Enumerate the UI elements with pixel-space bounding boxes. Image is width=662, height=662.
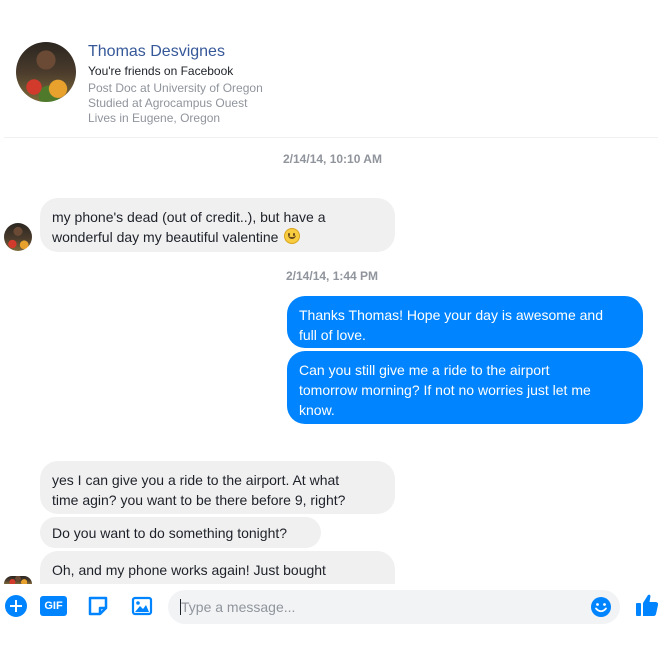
profile-avatar[interactable] — [16, 42, 76, 102]
message-text: full of love. — [299, 327, 366, 343]
message-bubble-outgoing[interactable]: Thanks Thomas! Hope your day is awesome … — [287, 296, 643, 348]
header-divider — [4, 137, 658, 138]
composer-bar: GIF Type a message... — [0, 584, 662, 630]
message-text: time agin? you want to be there before 9… — [52, 492, 346, 508]
profile-location: Lives in Eugene, Oregon — [88, 111, 221, 125]
timestamp: 2/14/14, 10:10 AM — [283, 152, 382, 166]
message-text: Thanks Thomas! Hope your day is awesome … — [299, 307, 604, 323]
message-text: Can you still give me a ride to the airp… — [299, 362, 550, 378]
photo-icon[interactable] — [131, 595, 153, 617]
sticker-icon[interactable] — [87, 595, 109, 617]
message-text: tomorrow morning? If not no worries just… — [299, 382, 591, 398]
message-bubble-incoming[interactable]: my phone's dead (out of credit..), but h… — [40, 198, 395, 252]
message-text: wonderful day my beautiful valentine — [52, 229, 279, 245]
emoji-icon[interactable] — [590, 596, 612, 618]
smiley-emoji-icon — [284, 228, 301, 244]
message-text: know. — [299, 402, 335, 418]
profile-header: Thomas Desvignes You're friends on Faceb… — [0, 0, 662, 138]
timestamp: 2/14/14, 1:44 PM — [286, 269, 379, 283]
message-bubble-outgoing[interactable]: Can you still give me a ride to the airp… — [287, 351, 643, 424]
profile-name[interactable]: Thomas Desvignes — [88, 43, 225, 61]
thumbs-up-icon[interactable] — [634, 592, 660, 618]
message-bubble-incoming[interactable]: Do you want to do something tonight? — [40, 517, 321, 548]
message-text-line: wonderful day my beautiful valentine — [52, 227, 383, 247]
profile-education: Studied at Agrocampus Ouest — [88, 96, 248, 110]
gif-icon[interactable]: GIF — [40, 596, 67, 616]
message-input-placeholder: Type a message... — [181, 599, 296, 615]
friends-status: You're friends on Facebook — [88, 64, 234, 78]
sender-avatar[interactable] — [4, 223, 32, 251]
profile-work: Post Doc at University of Oregon — [88, 81, 263, 95]
sender-avatar[interactable] — [4, 576, 32, 584]
message-text: Oh, and my phone works again! Just bough… — [52, 562, 326, 578]
message-text: my phone's dead (out of credit..), but h… — [52, 209, 326, 225]
message-input[interactable]: Type a message... — [168, 590, 620, 624]
message-text: yes I can give you a ride to the airport… — [52, 472, 340, 488]
message-text: Do you want to do something tonight? — [52, 525, 288, 541]
message-bubble-incoming[interactable]: yes I can give you a ride to the airport… — [40, 461, 395, 514]
plus-icon[interactable] — [5, 595, 27, 617]
